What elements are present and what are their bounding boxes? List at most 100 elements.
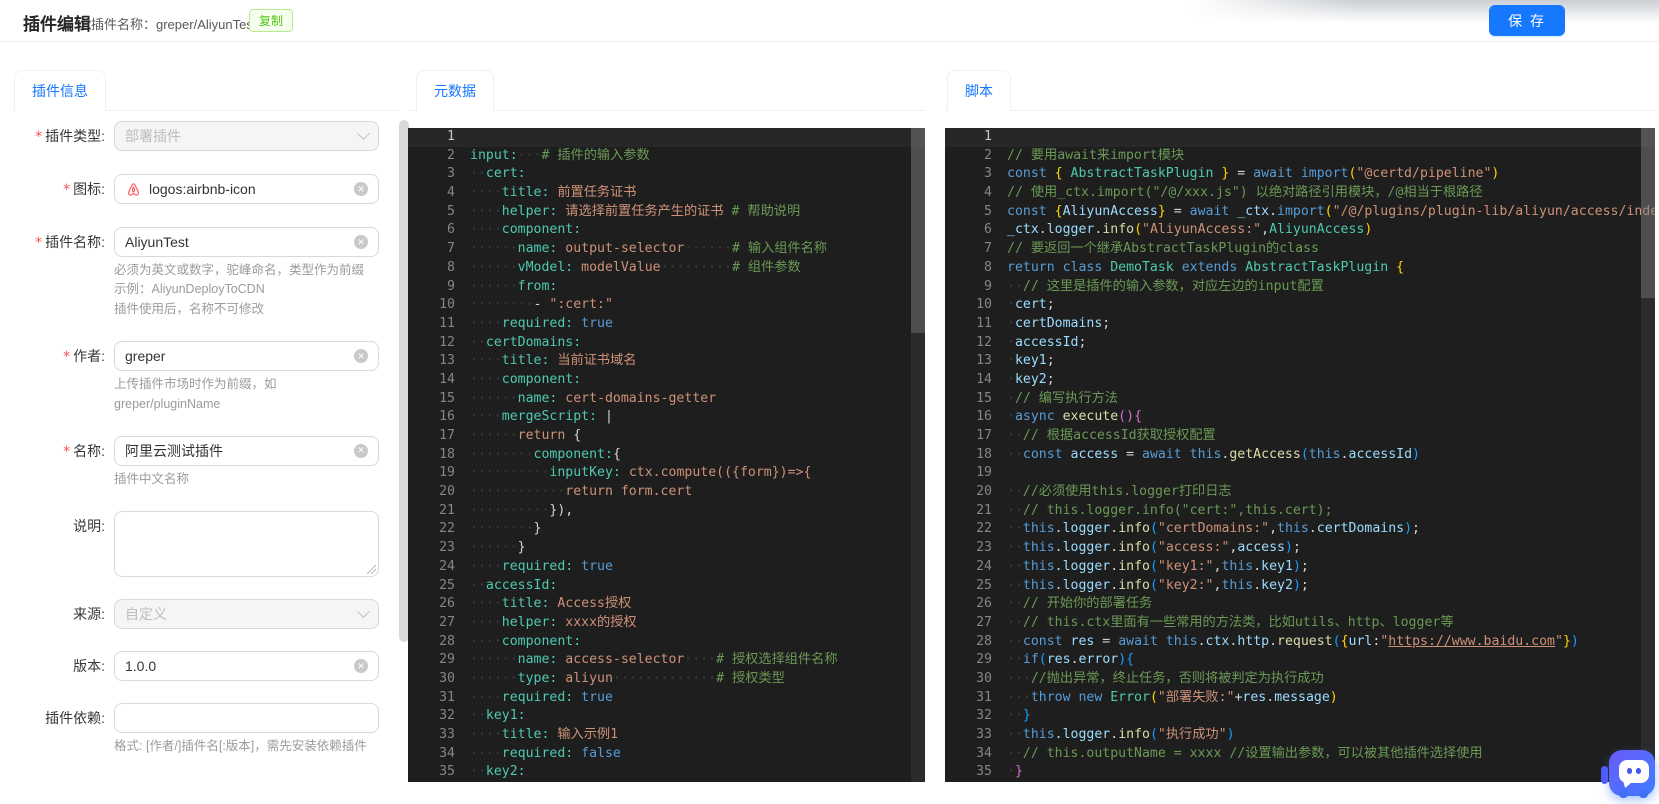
- script-editor[interactable]: 1 2// 要用await来import模块 3 const { AbstractTa…: [945, 128, 1655, 782]
- code-line[interactable]: 2// 要用await来import模块: [945, 147, 1655, 166]
- code-line[interactable]: 19 ·········· inputKey: ctx.compute(({form…: [408, 464, 925, 483]
- line-number: 7: [447, 241, 455, 257]
- editor-scrollbar[interactable]: [1641, 128, 1655, 298]
- code-line[interactable]: 15 ······ name: cert-domains-getter: [408, 390, 925, 409]
- save-button[interactable]: 保 存: [1489, 5, 1565, 36]
- code-line[interactable]: 6 _ctx. logger. info("AliyunAccess:", Aliyun…: [945, 221, 1655, 240]
- copy-button[interactable]: 复制: [249, 9, 294, 32]
- code-line[interactable]: 29 ·· if(res. error){: [945, 651, 1655, 670]
- clear-icon[interactable]: ✕: [354, 659, 368, 674]
- code-line[interactable]: 21 ··········}),: [408, 502, 925, 521]
- code-line[interactable]: 27 ···· helper: xxxx的授权: [408, 614, 925, 633]
- code-line[interactable]: 23 ······}: [408, 539, 925, 558]
- clear-icon[interactable]: ✕: [354, 235, 368, 249]
- code-line[interactable]: 22 ·· this. logger. info("certDomains:", this…: [945, 520, 1655, 539]
- icon-input[interactable]: logos:airbnb-icon ✕: [114, 174, 379, 204]
- code-line[interactable]: 32 ·· key1:: [408, 707, 925, 726]
- code-line[interactable]: 25 ·· this. logger. info("key2:", this. key2);: [945, 577, 1655, 596]
- version-value: 1.0.0: [125, 658, 157, 675]
- code-line[interactable]: 34 ···· required: false: [408, 745, 925, 764]
- code-line[interactable]: 9 ··// 这里是插件的输入参数，对应左边的input配置: [945, 278, 1655, 297]
- code-line[interactable]: 14 · key2;: [945, 371, 1655, 390]
- code-line[interactable]: 33 ···· title: 输入示例1: [408, 726, 925, 745]
- code-line[interactable]: 17 ··// 根据accessId获取授权配置: [945, 427, 1655, 446]
- code-line[interactable]: 9 ······ from:: [408, 278, 925, 297]
- code-line[interactable]: 32 ··}: [945, 707, 1655, 726]
- code-line[interactable]: 11 · certDomains;: [945, 315, 1655, 334]
- code-line[interactable]: 18 ········ component:{: [408, 446, 925, 465]
- code-line[interactable]: 15 ·// 编写执行方法: [945, 390, 1655, 409]
- code-line[interactable]: 26 ···· title: Access授权: [408, 595, 925, 614]
- code-line[interactable]: 24 ·· this. logger. info("key1:", this. key1);: [945, 558, 1655, 577]
- editor-scrollbar[interactable]: [911, 128, 925, 333]
- code-line[interactable]: 30 ······ type: aliyun ············· # 授权类型: [408, 670, 925, 689]
- code-line[interactable]: 7// 要返回一个继承AbstractTaskPlugin的class: [945, 240, 1655, 259]
- code-line[interactable]: 6 ···· component:: [408, 221, 925, 240]
- code-line[interactable]: 16 · async execute(){: [945, 408, 1655, 427]
- code-line[interactable]: 1: [408, 128, 925, 147]
- code-line[interactable]: 22 ········}: [408, 520, 925, 539]
- metadata-editor[interactable]: 1 2 input: ··· # 插件的输入参数 3 ·· cert: 4 ···· title: …: [408, 128, 925, 782]
- code-line[interactable]: 27 ··// this.ctx里面有一些常用的方法类，比如utils、http、…: [945, 614, 1655, 633]
- code-line[interactable]: 20 ··//必须使用this.logger打印日志: [945, 483, 1655, 502]
- code-line[interactable]: 20 ············ return form.cert: [408, 483, 925, 502]
- clear-icon[interactable]: ✕: [354, 349, 368, 364]
- code-line[interactable]: 21 ··// this.logger.info("cert:",this.cer…: [945, 502, 1655, 521]
- chat-widget[interactable]: [1601, 750, 1657, 804]
- clear-icon[interactable]: ✕: [354, 182, 368, 196]
- tab-metadata[interactable]: 元数据: [416, 70, 494, 111]
- code-line[interactable]: 8 ······ vModel: modelValue ········· # 组件参数: [408, 259, 925, 278]
- code-line[interactable]: 4// 使用_ctx.import("/@/xxx.js") 以绝对路径引用模块…: [945, 184, 1655, 203]
- code-line[interactable]: 24 ···· required: true: [408, 558, 925, 577]
- code-line[interactable]: 14 ···· component:: [408, 371, 925, 390]
- form-row-dependencies: 插件依赖: 格式: [作者/]插件名[:版本]，需先安装依赖插件: [12, 703, 392, 756]
- code-line[interactable]: 16 ···· mergeScript: |: [408, 408, 925, 427]
- code-line[interactable]: 5 const {AliyunAccess} = await _ctx. impor…: [945, 203, 1655, 222]
- code-line[interactable]: 5 ···· helper: 请选择前置任务产生的证书 # 帮助说明: [408, 203, 925, 222]
- code-line[interactable]: 18 ·· const access = await this. getAccess(…: [945, 446, 1655, 465]
- code-line[interactable]: 12 · accessId;: [945, 334, 1655, 353]
- code-line[interactable]: 12 ·· certDomains:: [408, 334, 925, 353]
- code-line[interactable]: 3 ·· cert:: [408, 165, 925, 184]
- code-line[interactable]: 23 ·· this. logger. info("access:", access);: [945, 539, 1655, 558]
- code-line[interactable]: 10 · cert;: [945, 296, 1655, 315]
- tab-plugin-info[interactable]: 插件信息: [14, 70, 106, 111]
- code-line[interactable]: 26 ··// 开始你的部署任务: [945, 595, 1655, 614]
- code-line[interactable]: 31 ··· throw new Error("部署失败:" + res. message…: [945, 689, 1655, 708]
- tab-script[interactable]: 脚本: [947, 70, 1011, 111]
- code-line[interactable]: 13 ···· title: 当前证书域名: [408, 352, 925, 371]
- code-line[interactable]: 33 ·· this. logger. info("执行成功"): [945, 726, 1655, 745]
- code-line[interactable]: 35 ·· key2:: [408, 763, 925, 782]
- code-line[interactable]: 4 ···· title: 前置任务证书: [408, 184, 925, 203]
- form-row-icon: * 图标: logos:airbnb-icon ✕: [12, 174, 392, 205]
- code-line[interactable]: 31 ···· required: true: [408, 689, 925, 708]
- clear-icon[interactable]: ✕: [354, 443, 368, 458]
- title-input[interactable]: 阿里云测试插件 ✕: [114, 435, 379, 466]
- plugin-name-input[interactable]: AliyunTest ✕: [114, 227, 379, 257]
- code-line[interactable]: 13 · key1;: [945, 352, 1655, 371]
- plugin-type-select[interactable]: 部署插件: [114, 121, 379, 151]
- field-label-plugin-type: * 插件类型:: [35, 128, 105, 145]
- code-line[interactable]: 10 ········ - ":cert:": [408, 296, 925, 315]
- code-line[interactable]: 25 ·· accessId:: [408, 577, 925, 596]
- code-line[interactable]: 17 ······ return {: [408, 427, 925, 446]
- code-line[interactable]: 34 ··// this.outputName = xxxx //设置输出参数，可…: [945, 745, 1655, 764]
- code-line[interactable]: 28 ·· const res = await this. ctx. http. requ…: [945, 633, 1655, 652]
- dependencies-input[interactable]: [114, 703, 379, 734]
- code-line[interactable]: 19: [945, 464, 1655, 483]
- author-input[interactable]: greper ✕: [114, 341, 379, 372]
- version-input[interactable]: 1.0.0 ✕: [114, 651, 379, 682]
- code-line[interactable]: 11 ···· required: true: [408, 315, 925, 334]
- code-line[interactable]: 2 input: ··· # 插件的输入参数: [408, 147, 925, 166]
- code-line[interactable]: 7 ······ name: output-selector ······ # 输入组件…: [408, 240, 925, 259]
- source-select[interactable]: 自定义: [114, 599, 379, 630]
- code-line[interactable]: 29 ······ name: access-selector ···· # 授权选择组…: [408, 651, 925, 670]
- code-line[interactable]: 35 ·}: [945, 763, 1655, 782]
- code-line[interactable]: 1: [945, 128, 1655, 147]
- plugin-name-value: AliyunTest: [125, 234, 189, 250]
- code-line[interactable]: 8 return class DemoTask extends AbstractT…: [945, 259, 1655, 278]
- description-textarea[interactable]: [114, 511, 379, 578]
- code-line[interactable]: 28 ···· component:: [408, 633, 925, 652]
- code-line[interactable]: 3 const { AbstractTaskPlugin } = await im…: [945, 165, 1655, 184]
- code-line[interactable]: 30 ···//抛出异常，终止任务，否则将被判定为执行成功: [945, 670, 1655, 689]
